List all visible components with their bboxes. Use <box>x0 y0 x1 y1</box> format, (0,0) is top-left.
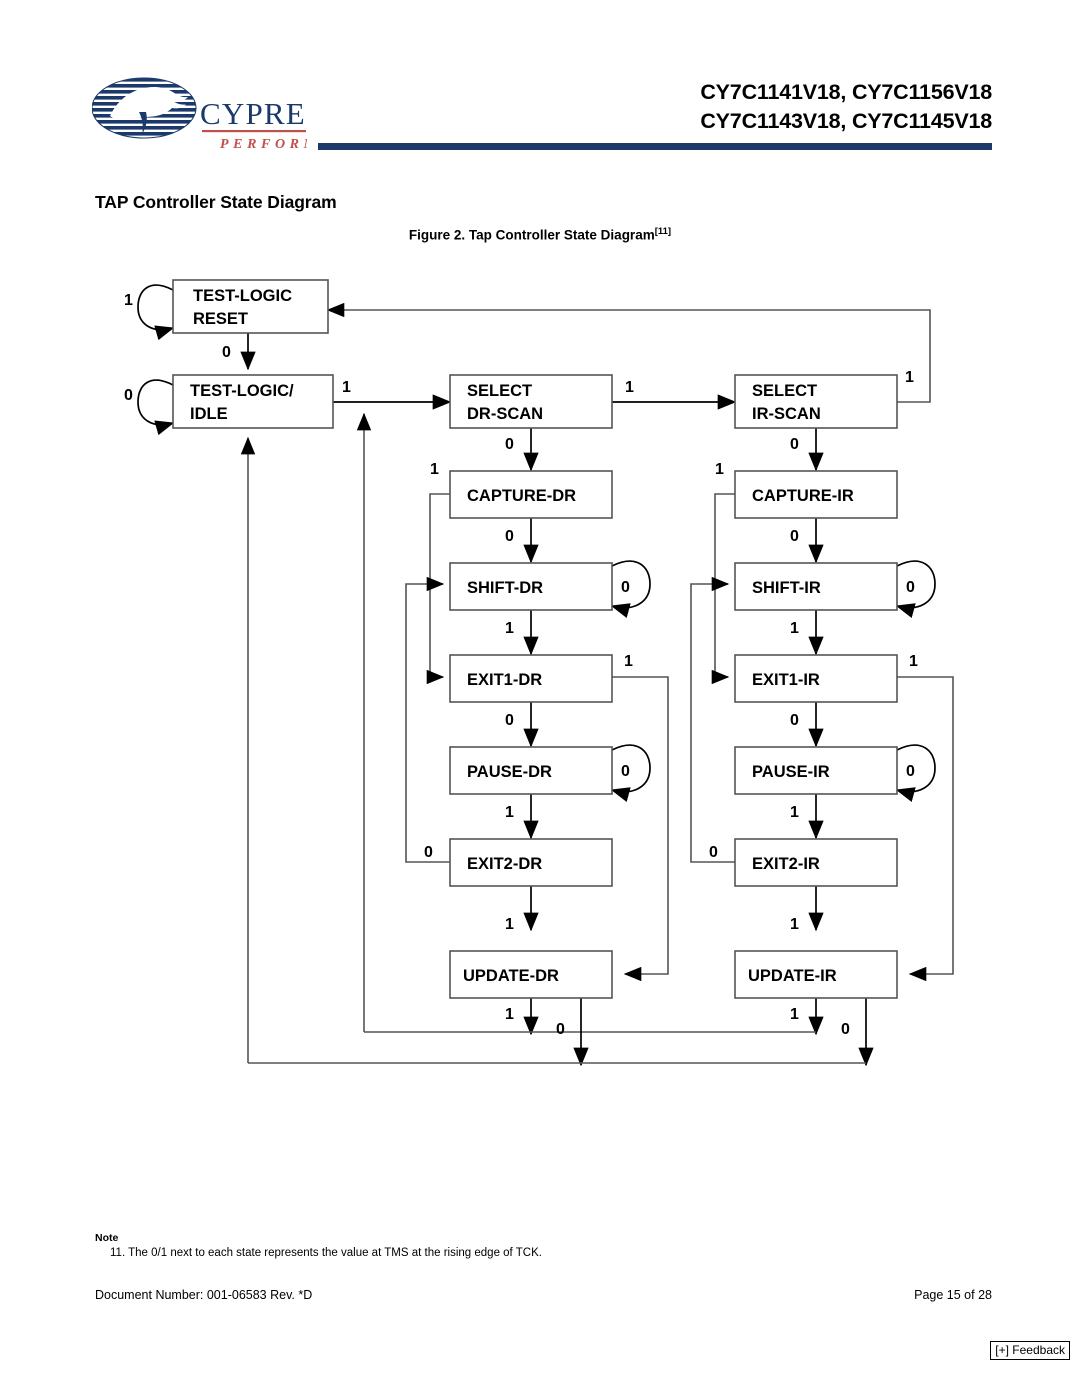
cypress-logo: CYPRESS PERFORM <box>91 72 342 160</box>
part-numbers-line-1: CY7C1141V18, CY7C1156V18 <box>700 80 992 104</box>
edge-label-pauseir-to-exit2ir: 1 <box>790 804 799 821</box>
state-label-select-ir-scan-line1: SELECT <box>752 382 817 400</box>
state-exit1-ir[interactable]: EXIT1-IR <box>734 654 898 703</box>
edge-label-exit2ir-to-updateir: 1 <box>790 916 799 933</box>
state-capture-dr[interactable]: CAPTURE-DR <box>449 470 613 519</box>
page-number: Page 15 of 28 <box>914 1288 992 1302</box>
edge-label-exit2dr-to-shiftdr: 0 <box>424 844 433 861</box>
state-label-test-logic-reset-line2: RESET <box>193 310 248 328</box>
datasheet-page: CYPRESS PERFORM CY7C1141V18, CY7C1156V18… <box>0 0 1080 1397</box>
edge-label-shiftdr-self: 0 <box>621 579 630 596</box>
state-exit1-dr[interactable]: EXIT1-DR <box>449 654 613 703</box>
figure-caption-text: Figure 2. Tap Controller State Diagram <box>408 227 655 243</box>
state-label-exit2-dr: EXIT2-DR <box>467 855 542 873</box>
part-numbers-line-2: CY7C1143V18, CY7C1145V18 <box>700 109 992 133</box>
edge-label-exit1ir-to-updateir: 1 <box>909 653 918 670</box>
tap-controller-state-diagram: TEST-LOGIC RESET TEST-LOGIC/ IDLE SELECT… <box>0 262 1080 1092</box>
state-exit2-ir[interactable]: EXIT2-IR <box>734 838 898 887</box>
state-select-ir-scan[interactable]: SELECT IR-SCAN <box>734 374 898 429</box>
state-label-test-logic-idle-line2: IDLE <box>190 405 228 423</box>
state-label-shift-ir: SHIFT-IR <box>752 579 821 597</box>
edge-label-shiftir-self: 0 <box>906 579 915 596</box>
edge-label-updateir-one: 1 <box>790 1006 799 1023</box>
state-shift-ir[interactable]: SHIFT-IR <box>734 562 898 611</box>
edge-label-idle-to-select-dr: 1 <box>342 379 351 396</box>
edge-label-seldr-to-selir: 1 <box>625 379 634 396</box>
edge-label-seldr-to-capdr: 0 <box>505 436 514 453</box>
figure-caption-ref: [11] <box>654 226 672 237</box>
edge-label-pausedr-self: 0 <box>621 763 630 780</box>
state-label-exit2-ir: EXIT2-IR <box>752 855 820 873</box>
state-label-select-dr-scan-line1: SELECT <box>467 382 532 400</box>
state-label-select-ir-scan-line2: IR-SCAN <box>752 405 821 423</box>
edge-label-pauseir-self: 0 <box>906 763 915 780</box>
page-header: CYPRESS PERFORM CY7C1141V18, CY7C1156V18… <box>0 0 1080 170</box>
edge-label-pausedr-to-exit2dr: 1 <box>505 804 514 821</box>
state-label-shift-dr: SHIFT-DR <box>467 579 543 597</box>
edge-label-updatedr-one: 1 <box>505 1006 514 1023</box>
state-label-capture-ir: CAPTURE-IR <box>752 487 854 505</box>
state-test-logic-idle[interactable]: TEST-LOGIC/ IDLE <box>172 374 334 429</box>
state-label-exit1-dr: EXIT1-DR <box>467 671 542 689</box>
edge-label-exit2dr-to-updatedr: 1 <box>505 916 514 933</box>
edge-label-tlr-self: 1 <box>124 292 133 309</box>
edge-label-selir-to-capir: 0 <box>790 436 799 453</box>
state-shift-dr[interactable]: SHIFT-DR <box>449 562 613 611</box>
edge-label-exit1dr-to-updatedr: 1 <box>624 653 633 670</box>
state-label-pause-ir: PAUSE-IR <box>752 763 830 781</box>
state-pause-dr[interactable]: PAUSE-DR <box>449 746 613 795</box>
state-label-update-dr: UPDATE-DR <box>463 967 559 985</box>
section-title: TAP Controller State Diagram <box>95 192 337 212</box>
edge-label-tlr-to-idle: 0 <box>222 344 231 361</box>
note-heading: Note <box>95 1232 119 1244</box>
edge-label-capdr-to-shiftdr: 0 <box>505 528 514 545</box>
edge-label-updatedr-zero: 0 <box>556 1021 565 1038</box>
note-text: 11. The 0/1 next to each state represent… <box>110 1247 542 1259</box>
state-label-capture-dr: CAPTURE-DR <box>467 487 576 505</box>
edge-label-capir-exit1: 1 <box>715 461 724 478</box>
state-pause-ir[interactable]: PAUSE-IR <box>734 746 898 795</box>
document-number: Document Number: 001-06583 Rev. *D <box>95 1288 313 1302</box>
state-capture-ir[interactable]: CAPTURE-IR <box>734 470 898 519</box>
edge-label-updateir-zero: 0 <box>841 1021 850 1038</box>
state-label-select-dr-scan-line2: DR-SCAN <box>467 405 543 423</box>
edge-label-idle-self: 0 <box>124 387 133 404</box>
part-number-header: CY7C1141V18, CY7C1156V18 CY7C1143V18, CY… <box>700 78 992 136</box>
state-label-exit1-ir: EXIT1-IR <box>752 671 820 689</box>
state-label-test-logic-idle-line1: TEST-LOGIC/ <box>190 382 294 400</box>
state-update-ir[interactable]: UPDATE-IR <box>734 950 898 999</box>
edge-label-exit1dr-to-pausedr: 0 <box>505 712 514 729</box>
state-exit2-dr[interactable]: EXIT2-DR <box>449 838 613 887</box>
logo-tagline: PERFORM <box>220 137 307 152</box>
edge-label-shiftir-to-exit1ir: 1 <box>790 620 799 637</box>
state-label-test-logic-reset-line1: TEST-LOGIC <box>193 287 292 305</box>
header-rule <box>318 143 992 150</box>
state-label-update-ir: UPDATE-IR <box>748 967 837 985</box>
state-test-logic-reset[interactable]: TEST-LOGIC RESET <box>172 279 329 334</box>
state-select-dr-scan[interactable]: SELECT DR-SCAN <box>449 374 613 429</box>
feedback-button[interactable]: [+] Feedback <box>990 1341 1070 1360</box>
edge-label-capir-to-shiftir: 0 <box>790 528 799 545</box>
edge-label-selir-to-tlr: 1 <box>905 369 914 386</box>
figure-caption: Figure 2. Tap Controller State Diagram[1… <box>0 226 1080 243</box>
state-update-dr[interactable]: UPDATE-DR <box>449 950 613 999</box>
state-boxes: TEST-LOGIC RESET TEST-LOGIC/ IDLE SELECT… <box>172 279 898 999</box>
state-label-pause-dr: PAUSE-DR <box>467 763 552 781</box>
edge-label-shiftdr-to-exit1dr: 1 <box>505 620 514 637</box>
edge-label-exit1ir-to-pauseir: 0 <box>790 712 799 729</box>
logo-wordmark: CYPRESS <box>200 96 307 131</box>
edge-label-capdr-exit1: 1 <box>430 461 439 478</box>
edge-label-exit2ir-to-shiftir: 0 <box>709 844 718 861</box>
